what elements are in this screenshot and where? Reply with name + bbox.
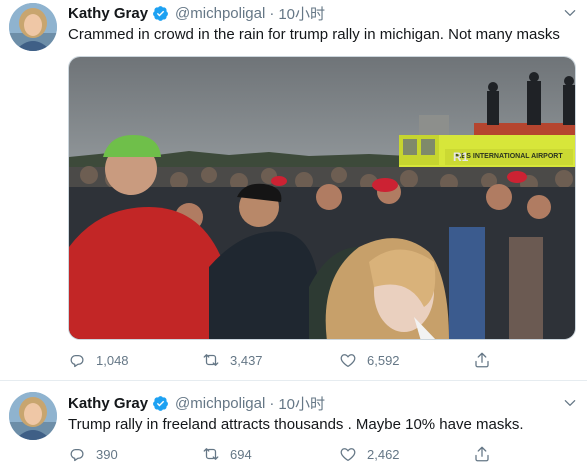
- timestamp[interactable]: 10小时: [278, 393, 325, 414]
- verified-badge-icon: [153, 395, 168, 411]
- retweet-button[interactable]: 694: [202, 444, 252, 464]
- tweet-actions: 390 694 2,462: [68, 444, 498, 464]
- truck-number: R1: [453, 150, 469, 164]
- separator-dot: ·: [269, 4, 275, 22]
- share-icon: [475, 446, 489, 462]
- like-count: 6,592: [367, 352, 400, 368]
- share-button[interactable]: [473, 350, 491, 370]
- like-button[interactable]: 6,592: [339, 350, 400, 370]
- like-icon: [340, 448, 356, 462]
- tweet-text: Crammed in crowd in the rain for trump r…: [68, 26, 560, 43]
- reply-icon: [70, 355, 84, 368]
- verified-badge-icon: [153, 5, 168, 21]
- truck-label: MBS INTERNATIONAL AIRPORT: [455, 153, 563, 160]
- like-button[interactable]: 2,462: [339, 444, 400, 464]
- share-button[interactable]: [473, 444, 491, 464]
- like-icon: [340, 354, 356, 368]
- share-icon: [475, 352, 489, 368]
- retweet-count: 694: [230, 446, 252, 462]
- tweet-text: Trump rally in freeland attracts thousan…: [68, 416, 524, 433]
- chevron-down-icon[interactable]: [563, 396, 577, 410]
- tweet-photo[interactable]: MBS INTERNATIONAL AIRPORT R1: [68, 56, 576, 340]
- reply-button[interactable]: 390: [68, 444, 118, 464]
- retweet-icon: [203, 354, 219, 366]
- timestamp[interactable]: 10小时: [278, 3, 325, 24]
- author-name[interactable]: Kathy Gray: [68, 395, 148, 412]
- reply-button[interactable]: 1,048: [68, 350, 129, 370]
- avatar[interactable]: [9, 392, 57, 440]
- author-handle[interactable]: @michpoligal: [175, 395, 265, 412]
- reply-count: 1,048: [96, 352, 129, 368]
- tweet-actions: 1,048 3,437 6,592: [68, 350, 498, 370]
- chevron-down-icon[interactable]: [563, 6, 577, 20]
- retweet-count: 3,437: [230, 352, 263, 368]
- retweet-button[interactable]: 3,437: [202, 350, 263, 370]
- reply-icon: [70, 449, 84, 462]
- retweet-icon: [203, 448, 219, 460]
- tweet-header: Kathy Gray @michpoligal · 10小时: [68, 393, 325, 413]
- author-name[interactable]: Kathy Gray: [68, 5, 148, 22]
- like-count: 2,462: [367, 446, 400, 462]
- tweet-header: Kathy Gray @michpoligal · 10小时: [68, 3, 325, 23]
- reply-count: 390: [96, 446, 118, 462]
- separator-dot: ·: [269, 394, 275, 412]
- tweet[interactable]: Kathy Gray @michpoligal · 10小时 Crammed i…: [0, 0, 587, 381]
- avatar[interactable]: [9, 3, 57, 51]
- author-handle[interactable]: @michpoligal: [175, 5, 265, 22]
